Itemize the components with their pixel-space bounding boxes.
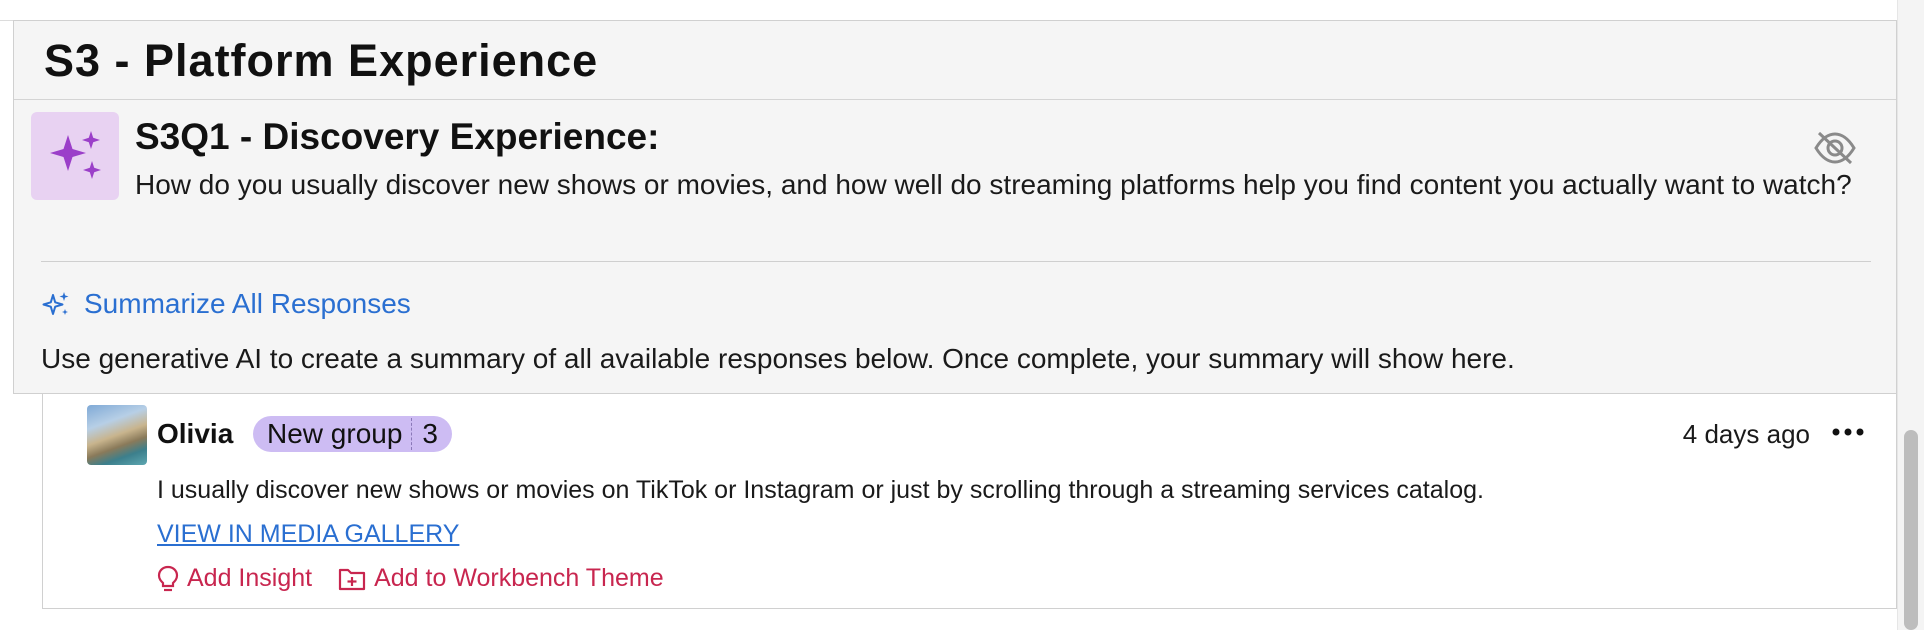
divider (41, 261, 1871, 262)
top-strip (0, 0, 1897, 21)
lightbulb-icon (157, 565, 179, 591)
question-title: S3Q1 - Discovery Experience: (135, 116, 660, 157)
section-title: S3 - Platform Experience (44, 35, 599, 86)
sparkle-outline-icon (42, 292, 69, 315)
scrollbar-thumb[interactable] (1904, 430, 1918, 630)
question-text: How do you usually discover new shows or… (135, 169, 1852, 200)
more-options-button[interactable] (1830, 414, 1866, 450)
more-horizontal-icon (1832, 428, 1864, 436)
summary-description: Use generative AI to create a summary of… (41, 343, 1515, 374)
group-count: 3 (422, 418, 438, 449)
section-card: S3 - Platform Experience S3Q1 - Discover… (13, 20, 1897, 394)
response-text: I usually discover new shows or movies o… (157, 476, 1484, 504)
add-to-workbench-button[interactable]: Add to Workbench Theme (338, 564, 664, 593)
author-name: Olivia (157, 418, 234, 449)
question-row: S3Q1 - Discovery Experience: How do you … (31, 112, 1879, 262)
group-tag[interactable]: New group 3 (253, 416, 452, 452)
group-label: New group (267, 418, 403, 449)
response-actions: Add Insight Add to Workbench Theme (157, 564, 690, 593)
response-card: Olivia New group 3 4 days ago I usually … (42, 394, 1897, 609)
ai-badge (31, 112, 119, 200)
response-time: 4 days ago (1682, 419, 1810, 449)
summarize-all-button[interactable]: Summarize All Responses (42, 288, 411, 320)
add-insight-button[interactable]: Add Insight (157, 564, 312, 593)
eye-off-icon[interactable] (1813, 130, 1857, 166)
sparkles-icon (50, 131, 101, 179)
section-header: S3 - Platform Experience (14, 21, 1896, 100)
group-separator (411, 418, 413, 450)
avatar (87, 405, 147, 465)
page: S3 - Platform Experience S3Q1 - Discover… (0, 0, 1924, 630)
folder-plus-icon (338, 568, 366, 590)
summarize-all-label: Summarize All Responses (84, 288, 411, 319)
add-to-workbench-label: Add to Workbench Theme (374, 564, 664, 592)
view-media-gallery-link[interactable]: VIEW IN MEDIA GALLERY (157, 520, 459, 549)
add-insight-label: Add Insight (187, 564, 313, 592)
